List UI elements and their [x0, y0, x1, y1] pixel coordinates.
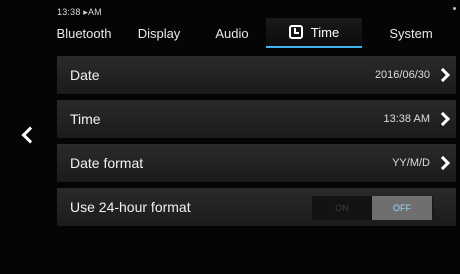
chevron-right-icon — [435, 155, 451, 171]
tab-display-label: Display — [137, 25, 181, 41]
time-settings-screen: 13:38 ▸AM Bluetooth Display Audio Time S… — [0, 0, 460, 274]
time-label: Time — [70, 111, 101, 127]
status-indicator-icon — [453, 7, 456, 10]
hour24-label: Use 24-hour format — [70, 199, 191, 215]
time-row[interactable]: Time 13:38 AM — [57, 100, 456, 138]
date-row[interactable]: Date 2016/06/30 — [57, 56, 456, 94]
clock-icon — [288, 25, 303, 39]
tab-display[interactable]: Display — [120, 18, 198, 48]
toggle-off-option[interactable]: OFF — [372, 196, 432, 220]
date-label: Date — [70, 67, 100, 83]
tab-audio-label: Audio — [215, 25, 249, 41]
tab-audio[interactable]: Audio — [198, 18, 266, 48]
back-button[interactable] — [17, 122, 38, 148]
hour24-row: Use 24-hour format ON OFF — [57, 188, 456, 226]
date-format-value: YY/M/D — [392, 157, 430, 169]
settings-tab-bar: Bluetooth Display Audio Time System — [48, 18, 460, 48]
tab-system-label: System — [389, 25, 433, 41]
date-format-row[interactable]: Date format YY/M/D — [57, 144, 456, 182]
chevron-right-icon — [435, 67, 451, 83]
chevron-left-icon — [21, 126, 38, 144]
chevron-right-icon — [435, 111, 451, 127]
tab-bluetooth[interactable]: Bluetooth — [48, 18, 120, 48]
hour24-toggle[interactable]: ON OFF — [312, 196, 434, 220]
settings-list: Date 2016/06/30 Time 13:38 AM Date forma… — [57, 56, 456, 232]
time-value: 13:38 AM — [383, 113, 430, 125]
date-format-label: Date format — [70, 155, 144, 171]
tab-bluetooth-label: Bluetooth — [56, 25, 112, 41]
toggle-on-option[interactable]: ON — [312, 196, 372, 220]
tab-system[interactable]: System — [362, 18, 460, 48]
tab-time[interactable]: Time — [266, 18, 362, 48]
status-clock: 13:38 ▸AM — [57, 7, 102, 17]
tab-time-label: Time — [310, 24, 340, 40]
date-value: 2016/06/30 — [374, 69, 430, 81]
